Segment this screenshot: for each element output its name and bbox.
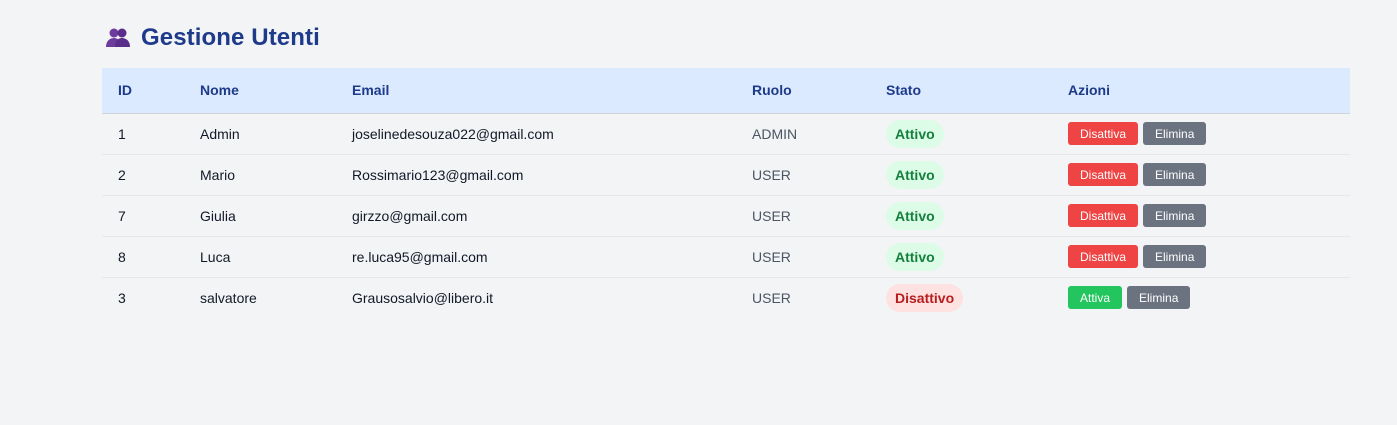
cell-status: Disattivo [870, 277, 1052, 318]
cell-name: Admin [184, 113, 336, 155]
table-header-row: ID Nome Email Ruolo Stato Azioni [102, 68, 1350, 114]
cell-role: USER [736, 236, 870, 278]
cell-name: Giulia [184, 195, 336, 237]
activate-button[interactable]: Attiva [1068, 286, 1123, 310]
table-body: 1 Admin joselinedesouza022@gmail.com ADM… [102, 113, 1350, 318]
cell-status: Attivo [870, 195, 1052, 237]
cell-status: Attivo [870, 154, 1052, 196]
cell-name: Luca [184, 236, 336, 278]
delete-button[interactable]: Elimina [1143, 122, 1207, 145]
table-row: 8 Luca re.luca95@gmail.com USER Attivo D… [102, 236, 1350, 278]
cell-role: USER [752, 289, 791, 306]
page-header: Gestione Utenti [105, 24, 320, 52]
status-badge: Attivo [886, 242, 944, 271]
cell-actions: Disattiva Elimina [1052, 154, 1350, 196]
cell-email: Rossimario123@gmail.com [336, 154, 736, 196]
deactivate-button[interactable]: Disattiva [1068, 163, 1139, 186]
column-header-email: Email [336, 68, 736, 114]
cell-id: 8 [102, 236, 184, 278]
status-badge: Disattivo [886, 283, 964, 312]
cell-status: Attivo [870, 113, 1052, 155]
cell-email: Grausosalvio@libero.it [352, 289, 494, 306]
deactivate-button[interactable]: Disattiva [1068, 122, 1139, 145]
cell-actions: Attiva Elimina [1052, 277, 1350, 318]
cell-id: 3 [118, 289, 126, 306]
cell-role: ADMIN [736, 113, 870, 155]
deactivate-button[interactable]: Disattiva [1068, 204, 1139, 227]
column-header-role: Ruolo [736, 68, 870, 114]
column-header-name: Nome [184, 68, 336, 114]
delete-button[interactable]: Elimina [1143, 163, 1207, 186]
table-row: 7 Giulia girzzo@gmail.com USER Attivo Di… [102, 195, 1350, 237]
cell-name: salvatore [200, 289, 257, 306]
column-header-status: Stato [870, 68, 1052, 114]
cell-email: re.luca95@gmail.com [336, 236, 736, 278]
cell-actions: Disattiva Elimina [1052, 236, 1350, 278]
cell-email: girzzo@gmail.com [336, 195, 736, 237]
cell-id: 2 [102, 154, 184, 196]
users-icon [106, 28, 130, 47]
status-badge: Attivo [886, 201, 944, 230]
cell-actions: Disattiva Elimina [1052, 113, 1350, 155]
deactivate-button[interactable]: Disattiva [1068, 245, 1139, 268]
page-title: Gestione Utenti [141, 24, 320, 51]
column-header-actions: Azioni [1052, 68, 1350, 114]
table-row: 1 Admin joselinedesouza022@gmail.com ADM… [102, 113, 1350, 155]
delete-button[interactable]: Elimina [1143, 245, 1207, 268]
cell-email: joselinedesouza022@gmail.com [336, 113, 736, 155]
table-row: 2 Mario Rossimario123@gmail.com USER Att… [102, 154, 1350, 196]
column-header-id: ID [102, 68, 184, 114]
cell-actions: Disattiva Elimina [1052, 195, 1350, 237]
table-header: ID Nome Email Ruolo Stato Azioni [102, 68, 1350, 114]
cell-name: Mario [184, 154, 336, 196]
cell-status: Attivo [870, 236, 1052, 278]
cell-role: USER [736, 195, 870, 237]
status-badge: Attivo [886, 119, 944, 148]
status-badge: Attivo [886, 160, 944, 189]
cell-id: 7 [102, 195, 184, 237]
delete-button[interactable]: Elimina [1127, 286, 1191, 310]
cell-id: 1 [102, 113, 184, 155]
cell-role: USER [736, 154, 870, 196]
table-row: 3 salvatore Grausosalvio@libero.it USER … [102, 277, 1350, 318]
delete-button[interactable]: Elimina [1143, 204, 1207, 227]
users-table: ID Nome Email Ruolo Stato Azioni 1 Admin… [102, 68, 1350, 318]
